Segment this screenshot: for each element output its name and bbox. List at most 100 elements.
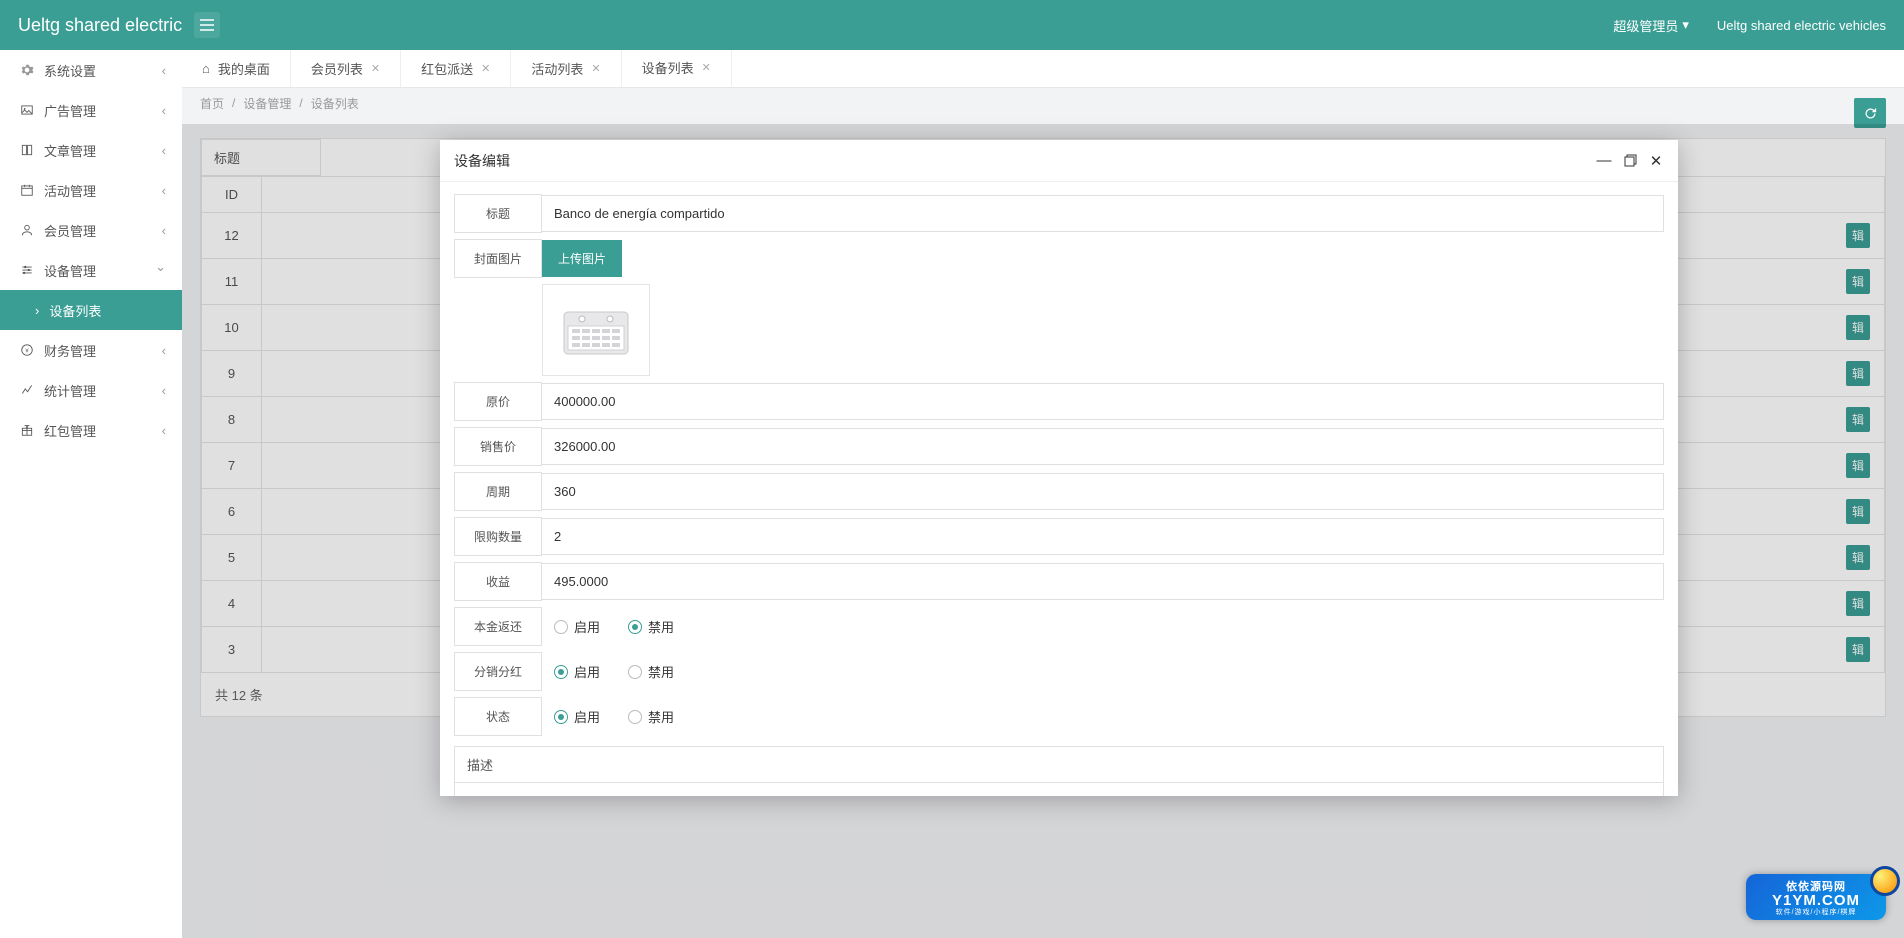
- sidebar-item-系统设置[interactable]: 系统设置: [0, 50, 182, 90]
- sidebar-item-活动管理[interactable]: 活动管理: [0, 170, 182, 210]
- tab-label: 我的桌面: [218, 59, 270, 78]
- sidebar-item-label: 统计管理: [44, 381, 96, 400]
- close-icon[interactable]: ✕: [1648, 153, 1664, 169]
- radio-principal: 启用 禁用: [542, 607, 1664, 646]
- radio-status-disable[interactable]: 禁用: [628, 707, 674, 726]
- cover-preview[interactable]: [542, 284, 650, 376]
- toggle-sidebar-button[interactable]: [194, 12, 220, 38]
- input-period[interactable]: [542, 473, 1664, 510]
- breadcrumb-item[interactable]: 设备列表: [311, 95, 359, 112]
- label-dividend: 分销分红: [454, 652, 542, 691]
- maximize-icon[interactable]: [1622, 153, 1638, 169]
- label-orig-price: 原价: [454, 382, 542, 421]
- caret-down-icon: ▾: [1682, 17, 1689, 33]
- svg-text:¥: ¥: [25, 348, 29, 354]
- breadcrumb: 首页/设备管理/设备列表: [182, 88, 1904, 118]
- image-icon: [20, 103, 34, 117]
- tab-label: 设备列表: [642, 58, 694, 77]
- breadcrumb-item[interactable]: 首页: [200, 95, 224, 112]
- sidebar-item-红包管理[interactable]: 红包管理: [0, 410, 182, 450]
- modal-title: 设备编辑: [454, 151, 510, 171]
- radio-status-enable[interactable]: 启用: [554, 707, 600, 726]
- user-dropdown[interactable]: 超级管理员 ▾: [1613, 16, 1689, 35]
- row-profit: 收益: [454, 562, 1664, 601]
- sidebar-item-财务管理[interactable]: ¥ 财务管理: [0, 330, 182, 370]
- sidebar-item-label: 广告管理: [44, 101, 96, 120]
- chevron-down-icon: [155, 262, 166, 278]
- input-orig-price[interactable]: [542, 383, 1664, 420]
- sidebar-item-文章管理[interactable]: 文章管理: [0, 130, 182, 170]
- input-limit[interactable]: [542, 518, 1664, 555]
- refresh-icon: [1863, 106, 1878, 121]
- sidebar-item-label: 设备管理: [44, 261, 96, 280]
- description-textarea[interactable]: [455, 782, 1663, 796]
- watermark-sub: 软件/游戏/小程序/棋牌: [1776, 907, 1857, 917]
- tab-close-icon[interactable]: ✕: [591, 62, 600, 75]
- radio-dividend-enable[interactable]: 启用: [554, 662, 600, 681]
- watermark-orb-icon: [1870, 866, 1900, 896]
- tab-红包派送[interactable]: 红包派送✕: [401, 50, 511, 87]
- sidebar-item-label: 红包管理: [44, 421, 96, 440]
- row-principal: 本金返还 启用 禁用: [454, 607, 1664, 646]
- minimize-icon[interactable]: —: [1596, 153, 1612, 169]
- radio-principal-enable[interactable]: 启用: [554, 617, 600, 636]
- label-principal: 本金返还: [454, 607, 542, 646]
- tab-设备列表[interactable]: 设备列表 ✕: [622, 50, 732, 87]
- tab-close-icon[interactable]: ✕: [481, 62, 490, 75]
- modal-window-controls: — ✕: [1596, 153, 1664, 169]
- tab-close-icon[interactable]: ✕: [371, 62, 380, 75]
- user-icon: [20, 223, 34, 237]
- sidebar-item-label: 会员管理: [44, 221, 96, 240]
- row-cover: 封面图片 上传图片: [454, 239, 1664, 278]
- radio-label-enable: 启用: [574, 707, 600, 726]
- sidebar-item-广告管理[interactable]: 广告管理: [0, 90, 182, 130]
- hamburger-icon: [200, 19, 214, 31]
- tab-活动列表[interactable]: 活动列表✕: [511, 50, 621, 87]
- main-area: ⌂我的桌面会员列表✕红包派送✕活动列表✕设备列表✕ 首页/设备管理/设备列表 标…: [182, 50, 1904, 938]
- sidebar-item-label: 设备列表: [49, 301, 101, 320]
- tab-我的桌面[interactable]: ⌂ 我的桌面: [182, 50, 291, 87]
- radio-label-disable: 禁用: [648, 617, 674, 636]
- label-period: 周期: [454, 472, 542, 511]
- breadcrumb-item[interactable]: 设备管理: [243, 95, 291, 112]
- description-title: 描述: [455, 747, 1663, 782]
- sidebar-item-统计管理[interactable]: 统计管理: [0, 370, 182, 410]
- radio-label-disable: 禁用: [648, 662, 674, 681]
- sidebar-item-label: 财务管理: [44, 341, 96, 360]
- radio-principal-disable[interactable]: 禁用: [628, 617, 674, 636]
- row-title: 标题: [454, 194, 1664, 233]
- tab-会员列表[interactable]: 会员列表 ✕: [291, 50, 401, 87]
- chevron-right-icon: [35, 303, 39, 318]
- home-icon: ⌂: [202, 61, 210, 76]
- header-left: Ueltg shared electric: [18, 12, 220, 38]
- breadcrumb-separator: /: [232, 96, 235, 110]
- chevron-left-icon: [162, 103, 166, 118]
- row-sale-price: 销售价: [454, 427, 1664, 466]
- row-period: 周期: [454, 472, 1664, 511]
- row-orig-price: 原价: [454, 382, 1664, 421]
- tab-bar: ⌂我的桌面会员列表✕红包派送✕活动列表✕设备列表✕: [182, 50, 1904, 88]
- input-sale-price[interactable]: [542, 428, 1664, 465]
- coin-icon: ¥: [20, 343, 34, 357]
- modal-header: 设备编辑 — ✕: [440, 140, 1678, 182]
- tab-label: 会员列表: [311, 59, 363, 78]
- label-sale-price: 销售价: [454, 427, 542, 466]
- input-profit[interactable]: [542, 563, 1664, 600]
- sidebar-item-会员管理[interactable]: 会员管理: [0, 210, 182, 250]
- upload-button[interactable]: 上传图片: [542, 240, 622, 277]
- row-status: 状态 启用 禁用: [454, 697, 1664, 736]
- label-profit: 收益: [454, 562, 542, 601]
- gear-icon: [20, 63, 34, 77]
- input-title[interactable]: [542, 195, 1664, 232]
- header-right: 超级管理员 ▾ Ueltg shared electric vehicles: [1613, 16, 1886, 35]
- sidebar-item-设备管理[interactable]: 设备管理: [0, 250, 182, 290]
- tab-close-icon[interactable]: ✕: [702, 61, 711, 74]
- sidebar-item-label: 活动管理: [44, 181, 96, 200]
- slider-icon: [20, 263, 34, 277]
- watermark-badge: 依依源码网 Y1YM.COM 软件/游戏/小程序/棋牌: [1746, 874, 1886, 920]
- radio-dividend-disable[interactable]: 禁用: [628, 662, 674, 681]
- chevron-left-icon: [162, 183, 166, 198]
- device-image-icon: [556, 300, 636, 360]
- chevron-left-icon: [162, 223, 166, 238]
- sidebar-item-设备列表[interactable]: 设备列表: [0, 290, 182, 330]
